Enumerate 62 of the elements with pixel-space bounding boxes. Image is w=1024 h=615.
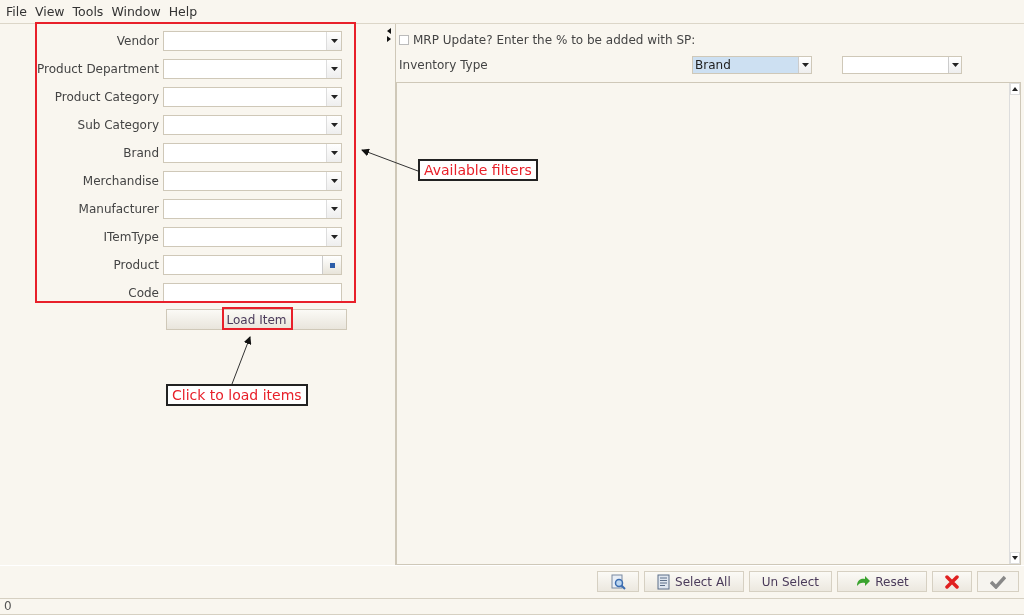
scrollbar[interactable] (1009, 83, 1020, 564)
menu-item[interactable]: Help (164, 4, 202, 19)
field-label: Brand (122, 146, 160, 160)
dropdown-field[interactable] (163, 143, 342, 163)
dropdown-caret-icon[interactable] (326, 60, 341, 78)
status-text: 0 (4, 599, 12, 613)
field-label: Product (112, 258, 160, 272)
field-label: Product Department (36, 62, 160, 76)
dropdown-field[interactable] (842, 56, 962, 74)
dropdown-field[interactable] (163, 171, 342, 191)
input-field[interactable] (163, 283, 342, 303)
toolbar-button[interactable]: Select All (644, 571, 744, 592)
load-item-button[interactable]: Load Item (166, 309, 347, 330)
dropdown-caret-icon[interactable] (326, 88, 341, 106)
dropdown-caret-icon[interactable] (326, 228, 341, 246)
field-label: Merchandise (81, 174, 160, 188)
dropdown-field[interactable] (163, 31, 342, 51)
field-label: Inventory Type (399, 58, 489, 72)
callout-arrow (231, 336, 252, 385)
callout-arrow (361, 148, 419, 172)
dropdown-field[interactable] (163, 87, 342, 107)
menu-item[interactable]: Window (107, 4, 165, 19)
lookup-button[interactable] (322, 256, 341, 274)
checkbox-label: MRP Update? Enter the % to be added with SP: (413, 33, 696, 47)
dropdown-field[interactable]: Brand (692, 56, 812, 74)
field-label: Manufacturer (77, 202, 160, 216)
dropdown-caret-icon[interactable] (326, 144, 341, 162)
scroll-down-icon[interactable] (1012, 556, 1018, 560)
preview-button[interactable] (597, 571, 640, 592)
dropdown-caret-icon[interactable] (798, 57, 811, 73)
lookup-field[interactable] (163, 255, 342, 275)
document-icon (657, 573, 672, 590)
field-label: ITemType (102, 230, 160, 244)
dropdown-caret-icon[interactable] (948, 57, 961, 73)
highlight-frame (222, 307, 293, 330)
toolbar-button[interactable]: Reset (837, 571, 927, 592)
field-label: Product Category (53, 90, 160, 104)
dropdown-field[interactable] (163, 115, 342, 135)
checkbox[interactable] (399, 35, 409, 45)
preview-icon (610, 573, 627, 590)
check-icon (990, 574, 1006, 589)
dropdown-caret-icon[interactable] (326, 32, 341, 50)
dropdown-caret-icon[interactable] (326, 200, 341, 218)
splitter-arrows-icon[interactable] (386, 28, 392, 42)
close-icon (945, 574, 959, 589)
field-label: Vendor (115, 34, 160, 48)
dropdown-caret-icon[interactable] (326, 116, 341, 134)
callout-label: Click to load items (166, 384, 308, 406)
field-label: Sub Category (76, 118, 160, 132)
menu-item[interactable]: Tools (68, 4, 108, 19)
close-button[interactable] (932, 571, 972, 592)
scroll-up-icon[interactable] (1012, 87, 1018, 91)
toolbar-button[interactable]: Un Select (748, 571, 832, 592)
field-label: Code (127, 286, 160, 300)
dropdown-caret-icon[interactable] (326, 172, 341, 190)
menu-item[interactable]: View (30, 4, 69, 19)
callout-label: Available filters (418, 159, 538, 181)
dropdown-field[interactable] (163, 227, 342, 247)
menu-item[interactable]: File (2, 4, 31, 19)
curved-arrow-icon (855, 574, 872, 589)
dropdown-field[interactable] (163, 199, 342, 219)
dropdown-field[interactable] (163, 59, 342, 79)
